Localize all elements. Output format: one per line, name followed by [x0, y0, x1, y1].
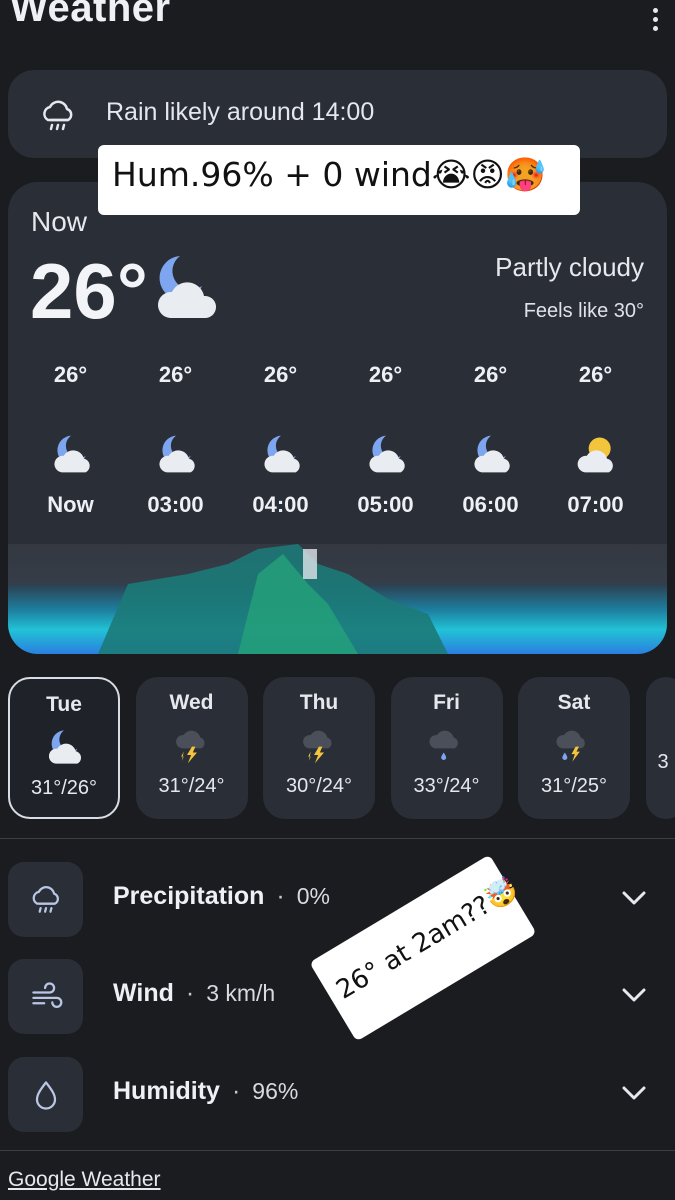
- rain-alert-text: Rain likely around 14:00: [106, 98, 375, 126]
- humidity-value: 96%: [252, 1078, 299, 1104]
- wind-label: Wind: [113, 979, 174, 1007]
- day-temp-range: 31°/24°: [158, 775, 225, 797]
- rain-cloud-icon: [32, 886, 59, 913]
- hourly-time: 04:00: [252, 492, 309, 517]
- hourly-temp: 26°: [368, 362, 403, 387]
- precipitation-value: 0%: [296, 883, 330, 909]
- day-temp-range: 31°/25°: [540, 775, 608, 797]
- water-drop-icon: [35, 1081, 57, 1110]
- moon-cloud-icon: [158, 435, 195, 473]
- hourly-item[interactable]: 26° 04:00: [228, 362, 333, 518]
- more-options-icon[interactable]: [645, 8, 665, 38]
- humidity-label: Humidity: [113, 1077, 220, 1105]
- precipitation-label: Precipitation: [113, 882, 265, 910]
- app-title: Weather: [10, 0, 171, 30]
- google-weather-link[interactable]: Google Weather: [8, 1168, 161, 1192]
- precipitation-row[interactable]: Precipitation · 0%: [0, 858, 675, 948]
- hourly-item[interactable]: 26° Now: [18, 362, 123, 518]
- moon-cloud-icon: [157, 256, 217, 318]
- thunder-rain-icon: [556, 730, 585, 762]
- day-name: Wed: [169, 691, 214, 714]
- day-temp-range: 30°/24°: [285, 775, 353, 797]
- wind-value: 3 km/h: [206, 980, 276, 1006]
- rain-cloud-icon: [43, 100, 73, 131]
- day-name: Sat: [557, 691, 591, 714]
- day-name: Thu: [299, 691, 339, 714]
- precipitation-tile: [8, 862, 83, 937]
- section-divider: [0, 838, 675, 839]
- day-name: Tue: [46, 693, 82, 716]
- sun-cloud-icon: [577, 437, 613, 473]
- hourly-time: 03:00: [147, 492, 204, 517]
- weather-scene-illustration: [8, 544, 667, 654]
- moon-cloud-icon: [368, 435, 405, 473]
- day-name: Fri: [433, 691, 460, 714]
- hourly-time: 07:00: [567, 492, 624, 517]
- thunderstorm-icon: [303, 730, 332, 764]
- moon-cloud-icon: [48, 730, 82, 764]
- day-temp-range: 31°/26°: [30, 777, 98, 799]
- day-temp-range: 3: [657, 751, 669, 773]
- hourly-temp: 26°: [473, 362, 508, 387]
- current-conditions-card[interactable]: Now 26° Partly cloudy Feels like 30° 26°…: [8, 182, 667, 654]
- hourly-time: 06:00: [462, 492, 519, 517]
- moon-cloud-icon: [263, 435, 300, 473]
- humidity-sticker: Hum.96% + 0 wind😭😡🥵: [98, 145, 580, 215]
- condition-text: Partly cloudy: [495, 252, 644, 282]
- rain-cloud-icon: [428, 730, 458, 760]
- hourly-item[interactable]: 26° 05:00: [333, 362, 438, 518]
- day-forecast-card[interactable]: Tue 31°/26°: [8, 677, 120, 819]
- hourly-temp: 26°: [578, 362, 613, 387]
- humidity-row[interactable]: Humidity · 96%: [0, 1053, 675, 1143]
- current-temperature: 26°: [30, 247, 148, 335]
- chevron-down-icon[interactable]: [620, 888, 648, 908]
- wind-icon: [32, 982, 63, 1009]
- day-forecast-card[interactable]: Thu 30°/24°: [263, 677, 375, 819]
- day-forecast-card[interactable]: 3: [645, 677, 675, 819]
- wind-tile: [8, 959, 83, 1034]
- day-forecast-card[interactable]: Wed 31°/24°: [135, 677, 248, 819]
- chevron-down-icon[interactable]: [620, 1083, 648, 1103]
- hourly-temp: 26°: [263, 362, 298, 387]
- hourly-time: 05:00: [357, 492, 414, 517]
- feels-like-text: Feels like 30°: [523, 300, 644, 322]
- moon-cloud-icon: [53, 435, 90, 473]
- chevron-down-icon[interactable]: [620, 985, 648, 1005]
- now-label: Now: [31, 206, 88, 237]
- day-forecast-card[interactable]: Fri 33°/24°: [390, 677, 503, 819]
- thunderstorm-icon: [175, 730, 204, 764]
- hourly-item[interactable]: 26° 07:00: [543, 362, 648, 518]
- moon-cloud-icon: [473, 435, 510, 473]
- hourly-temp: 26°: [158, 362, 193, 387]
- hourly-time: Now: [47, 492, 94, 517]
- hourly-item[interactable]: 26° 06:00: [438, 362, 543, 518]
- footer-divider: [0, 1150, 675, 1151]
- hourly-item[interactable]: 26° 03:00: [123, 362, 228, 518]
- day-temp-range: 33°/24°: [413, 775, 480, 797]
- hourly-temp: 26°: [53, 362, 88, 387]
- day-forecast-card[interactable]: Sat 31°/25°: [518, 677, 630, 819]
- humidity-tile: [8, 1057, 83, 1132]
